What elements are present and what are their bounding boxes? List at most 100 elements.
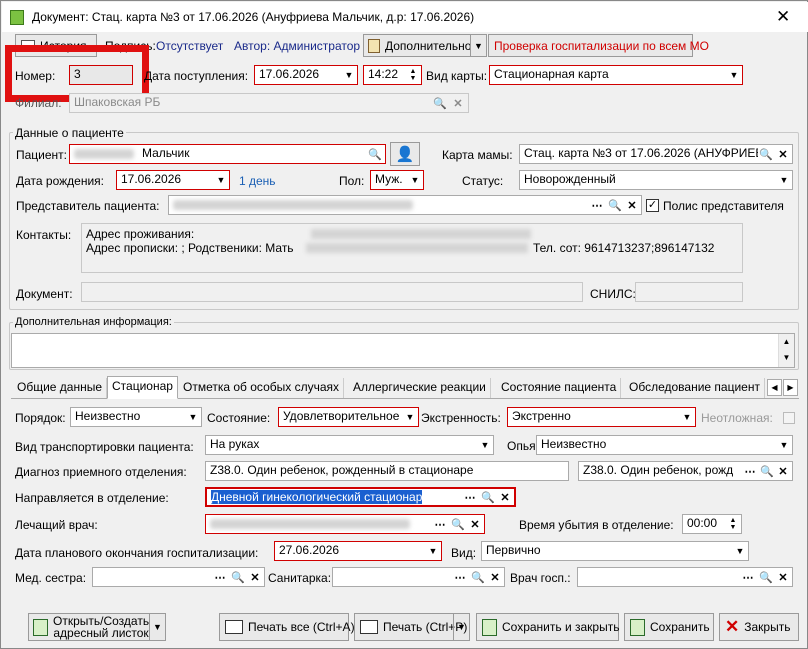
- spinner-icon[interactable]: ▲ ▼: [725, 515, 741, 533]
- leave-time-field[interactable]: 00:00 ▲ ▼: [682, 514, 742, 534]
- order-select[interactable]: Неизвестно ▼: [70, 407, 202, 427]
- diagnosis-field[interactable]: Z38.0. Один ребенок, рожденный в стацион…: [205, 461, 569, 481]
- transport-label: Вид транспортировки пациента:: [15, 440, 194, 454]
- chevron-down-icon[interactable]: ▼: [732, 542, 748, 560]
- clear-icon[interactable]: ✕: [497, 489, 513, 505]
- department-field[interactable]: Дневной гинекологический стационар ⋯ 🔍 ✕: [205, 487, 516, 507]
- condition-select[interactable]: Удовлетворительное ▼: [278, 407, 419, 427]
- admit-time-field[interactable]: 14:22 ▲ ▼: [363, 65, 422, 85]
- search-icon[interactable]: 🔍: [758, 145, 774, 163]
- chevron-right-icon[interactable]: ▶: [783, 379, 798, 396]
- nurse-field[interactable]: ⋯ 🔍 ✕: [92, 567, 265, 587]
- chevron-down-icon[interactable]: ▼: [477, 436, 493, 454]
- chevron-down-icon[interactable]: ▼: [407, 171, 423, 189]
- policy-checkbox[interactable]: ✓: [646, 199, 659, 212]
- search-icon[interactable]: 🔍: [432, 94, 448, 112]
- chevron-down-icon[interactable]: ▼: [402, 408, 418, 426]
- urgency-select[interactable]: Экстренно ▼: [507, 407, 696, 427]
- ellipsis-icon[interactable]: ⋯: [589, 196, 605, 214]
- ellipsis-icon[interactable]: ⋯: [462, 489, 478, 505]
- patient-label: Пациент:: [16, 148, 68, 162]
- chief-field[interactable]: ⋯ 🔍 ✕: [577, 567, 793, 587]
- tab-hospital[interactable]: Стационар: [107, 376, 178, 399]
- ellipsis-icon[interactable]: ⋯: [212, 568, 228, 586]
- spinner-icon[interactable]: ▲ ▼: [405, 66, 421, 84]
- save-button[interactable]: Сохранить: [624, 613, 714, 641]
- patient-field[interactable]: Мальчик 🔍: [69, 144, 386, 164]
- user-edit-button[interactable]: 👤: [390, 142, 420, 166]
- chevron-down-icon[interactable]: ▼: [470, 35, 486, 56]
- clear-icon[interactable]: ✕: [775, 145, 791, 163]
- title-bar: Документ: Стац. карта №3 от 17.06.2026 (…: [2, 2, 808, 32]
- chevron-down-icon[interactable]: ▼: [213, 171, 229, 189]
- status-select[interactable]: Новорожденный ▼: [519, 170, 793, 190]
- clear-icon[interactable]: ✕: [775, 568, 791, 586]
- extra-info-textarea[interactable]: ▲ ▼: [11, 333, 795, 368]
- tab-patient-state[interactable]: Состояние пациента: [497, 378, 622, 398]
- sex-select[interactable]: Муж. ▼: [370, 170, 424, 190]
- intox-select[interactable]: Неизвестно ▼: [536, 435, 793, 455]
- mother-card-field[interactable]: Стац. карта №3 от 17.06.2026 (АНУФРИЕВ 🔍 ✕: [519, 144, 793, 164]
- address-sheet-button[interactable]: Открыть/Создать адресный листок ▼: [28, 613, 166, 641]
- clear-icon[interactable]: ✕: [450, 94, 466, 112]
- clear-icon[interactable]: ✕: [247, 568, 263, 586]
- order-label: Порядок:: [15, 411, 66, 425]
- chevron-down-icon[interactable]: ▼: [341, 66, 357, 84]
- cardtype-select[interactable]: Стационарная карта ▼: [489, 65, 743, 85]
- tab-special-cases[interactable]: Отметка об особых случаях: [179, 378, 344, 398]
- chevron-left-icon[interactable]: ◀: [767, 379, 782, 396]
- chevron-down-icon[interactable]: ▼: [185, 408, 201, 426]
- tab-general[interactable]: Общие данные: [13, 378, 108, 398]
- ellipsis-icon[interactable]: ⋯: [742, 462, 758, 480]
- plan-date-field[interactable]: 27.06.2026 ▼: [274, 541, 442, 561]
- search-icon[interactable]: 🔍: [607, 196, 623, 214]
- leave-time-label: Время убытия в отделение:: [519, 518, 674, 532]
- snils-field[interactable]: [635, 282, 743, 302]
- print-button[interactable]: Печать (Ctrl+P) ▼: [354, 613, 470, 641]
- clear-icon[interactable]: ✕: [487, 568, 503, 586]
- ellipsis-icon[interactable]: ⋯: [740, 568, 756, 586]
- ellipsis-icon[interactable]: ⋯: [452, 568, 468, 586]
- document-field[interactable]: [81, 282, 583, 302]
- chevron-down-icon[interactable]: ▼: [425, 542, 441, 560]
- tab-allergies[interactable]: Аллергические реакции: [349, 378, 491, 398]
- search-icon[interactable]: 🔍: [759, 462, 775, 480]
- birth-field[interactable]: 17.06.2026 ▼: [116, 170, 230, 190]
- close-button[interactable]: ✕ Закрыть: [719, 613, 799, 641]
- chevron-down-icon[interactable]: ▼: [776, 436, 792, 454]
- chevron-down-icon[interactable]: ▼: [453, 614, 469, 640]
- search-icon[interactable]: 🔍: [230, 568, 246, 586]
- save-close-button[interactable]: Сохранить и закрыть: [476, 613, 619, 641]
- number-field[interactable]: 3: [69, 65, 133, 85]
- search-icon[interactable]: 🔍: [450, 515, 466, 533]
- chevron-down-icon[interactable]: ▼: [726, 66, 742, 84]
- kind-select[interactable]: Первично ▼: [481, 541, 749, 561]
- orderly-field[interactable]: ⋯ 🔍 ✕: [332, 567, 505, 587]
- clear-icon[interactable]: ✕: [775, 462, 791, 480]
- transport-select[interactable]: На руках ▼: [205, 435, 494, 455]
- print-all-button[interactable]: Печать все (Ctrl+A): [219, 613, 355, 641]
- admit-date-field[interactable]: 17.06.2026 ▼: [254, 65, 358, 85]
- more-button[interactable]: Дополнительно ▼: [363, 34, 487, 57]
- chevron-down-icon[interactable]: ▼: [679, 408, 695, 426]
- search-icon[interactable]: 🔍: [480, 489, 496, 505]
- nonurgent-checkbox[interactable]: [783, 412, 795, 424]
- search-icon[interactable]: 🔍: [470, 568, 486, 586]
- check-hospitalization-button[interactable]: Проверка госпитализации по всем МО: [488, 34, 709, 57]
- branch-field[interactable]: Шпаковская РБ 🔍 ✕: [69, 93, 469, 113]
- search-icon[interactable]: 🔍: [758, 568, 774, 586]
- chevron-down-icon[interactable]: ▼: [149, 614, 165, 640]
- scrollbar[interactable]: ▲ ▼: [778, 334, 794, 367]
- diagnosis-code-field[interactable]: Z38.0. Один ребенок, рожд ⋯ 🔍 ✕: [578, 461, 793, 481]
- tab-examination[interactable]: Обследование пациент: [625, 378, 765, 398]
- clear-icon[interactable]: ✕: [624, 196, 640, 214]
- chevron-down-icon[interactable]: ▼: [776, 171, 792, 189]
- search-icon[interactable]: 🔍: [367, 145, 383, 163]
- orderly-label: Санитарка:: [268, 571, 332, 585]
- clear-icon[interactable]: ✕: [467, 515, 483, 533]
- doctor-field[interactable]: ⋯ 🔍 ✕: [205, 514, 485, 534]
- close-icon: ✕: [725, 617, 740, 636]
- ellipsis-icon[interactable]: ⋯: [432, 515, 448, 533]
- representative-field[interactable]: ⋯ 🔍 ✕: [168, 195, 642, 215]
- close-icon[interactable]: ✕: [776, 7, 790, 27]
